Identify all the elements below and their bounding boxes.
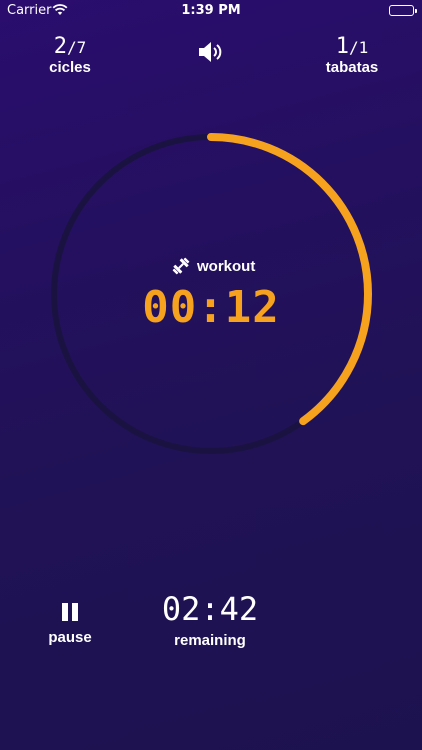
remaining-label: remaining (174, 632, 246, 649)
pause-label: pause (48, 629, 92, 646)
remaining-time: 02:42 remaining (150, 592, 270, 649)
phase-label: workout (197, 257, 256, 275)
remaining-time-value: 02:42 (161, 590, 259, 628)
dumbbell-icon (172, 257, 190, 275)
pause-icon (62, 603, 78, 621)
countdown-timer: 00:12 (142, 282, 280, 333)
pause-button[interactable]: pause (40, 603, 100, 646)
phase-indicator: workout (171, 256, 255, 276)
